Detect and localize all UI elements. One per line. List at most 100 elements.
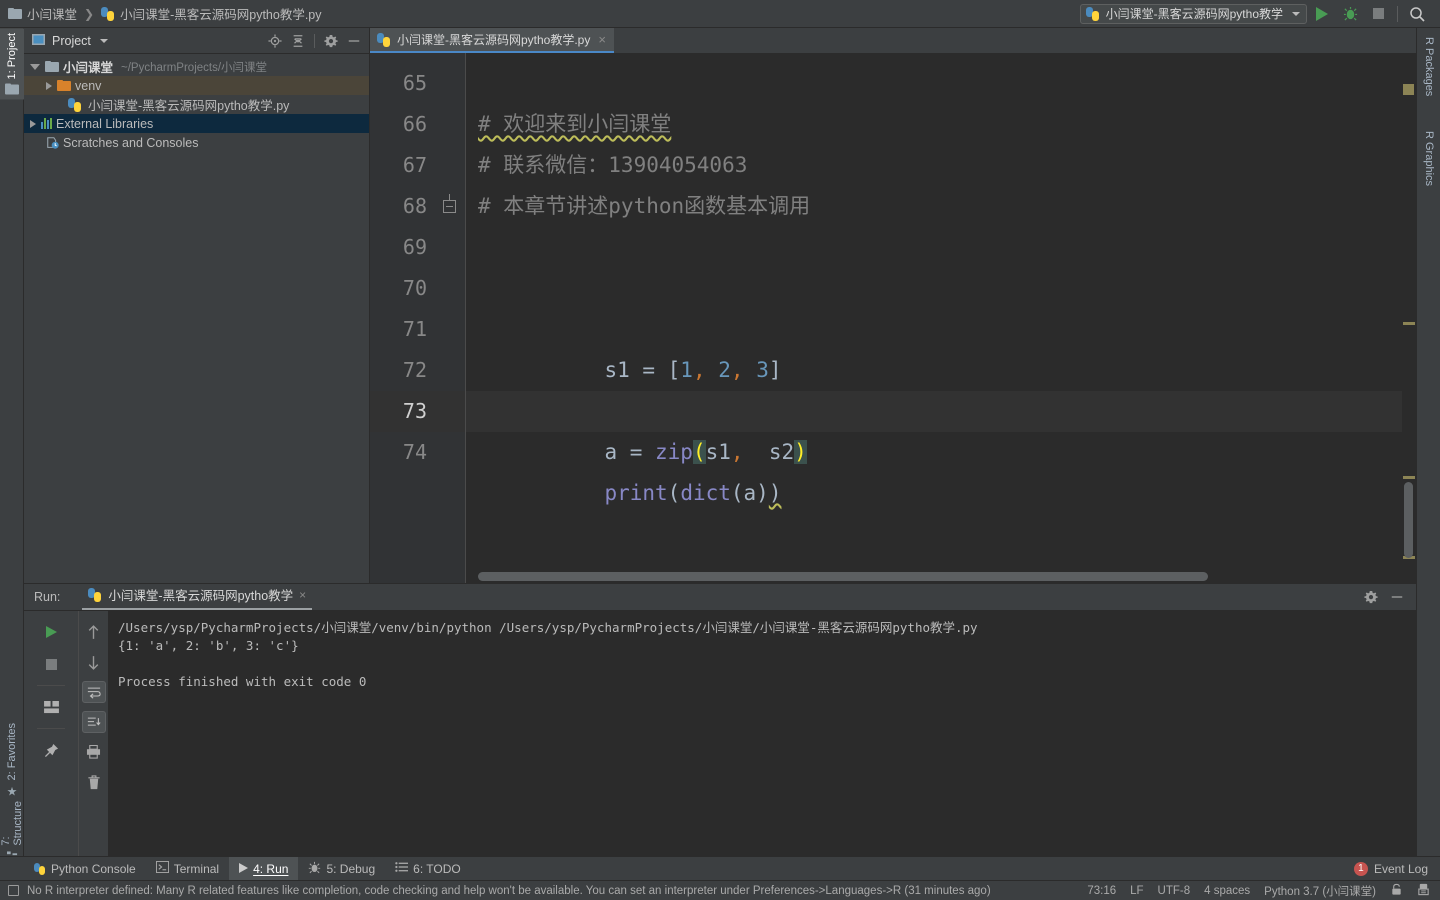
event-log-badge: 1	[1354, 862, 1368, 876]
gear-icon[interactable]	[1364, 590, 1378, 604]
sidebar-item-r-packages[interactable]: R Packages	[1417, 32, 1440, 101]
project-panel-header: Project	[24, 28, 369, 54]
search-icon	[1409, 6, 1425, 22]
tree-row-scratches[interactable]: Scratches and Consoles	[24, 133, 369, 152]
bottom-tab-todo[interactable]: 6: TODO	[385, 857, 471, 881]
soft-wrap-button[interactable]	[82, 681, 106, 703]
debug-icon	[1343, 6, 1358, 21]
lock-icon[interactable]	[1390, 883, 1403, 899]
inspection-icon[interactable]	[1417, 883, 1430, 899]
chevron-right-icon[interactable]	[30, 120, 36, 128]
python-interpreter[interactable]: Python 3.7 (小闫课堂)	[1264, 883, 1376, 899]
run-configuration-selector[interactable]: 小闫课堂-黑客云源码网pytho教学	[1080, 4, 1307, 24]
bottom-tab-run[interactable]: 4: Run	[229, 857, 298, 881]
tree-row-python-file[interactable]: 小闫课堂-黑客云源码网pytho教学.py	[24, 95, 369, 114]
sidebar-item-r-graphics[interactable]: R Graphics	[1417, 126, 1440, 191]
minimize-icon[interactable]	[347, 34, 361, 48]
code-token: )	[769, 481, 782, 505]
code-line[interactable]: s2 = ['a', 'b', 'c']	[466, 350, 1416, 391]
line-number: 72	[370, 350, 465, 391]
warning-stripe[interactable]	[1403, 322, 1415, 325]
line-number: 67	[370, 145, 465, 186]
collapse-all-icon[interactable]	[291, 34, 305, 48]
code-line[interactable]	[466, 227, 1416, 268]
indent-setting[interactable]: 4 spaces	[1204, 885, 1250, 897]
warning-stripe[interactable]	[1403, 476, 1415, 479]
editor-horizontal-scrollbar[interactable]	[466, 569, 1402, 583]
print-button[interactable]	[82, 741, 106, 763]
clear-all-button[interactable]	[82, 771, 106, 793]
close-icon[interactable]: ×	[299, 588, 306, 602]
code-line-current[interactable]: a = zip(s1, s2)	[466, 391, 1416, 432]
bottom-tab-debug[interactable]: 5: Debug	[298, 857, 385, 881]
rerun-button[interactable]	[39, 621, 63, 643]
code-area: 65 66 67 68 69 70 71 72 73 74 # 欢迎来到小闫课堂…	[370, 53, 1416, 583]
tree-row-venv[interactable]: venv	[24, 76, 369, 95]
chevron-right-icon[interactable]	[46, 82, 52, 90]
search-button[interactable]	[1404, 3, 1430, 25]
layout-button[interactable]	[39, 696, 63, 718]
status-message: No R interpreter defined: Many R related…	[19, 885, 991, 897]
code-line[interactable]	[466, 268, 1416, 309]
folder-icon	[8, 8, 22, 19]
file-encoding[interactable]: UTF-8	[1158, 885, 1191, 897]
project-folder-icon	[5, 83, 19, 94]
python-file-icon	[377, 33, 391, 47]
project-panel-actions	[268, 34, 363, 48]
debug-button[interactable]	[1337, 3, 1363, 25]
pin-button[interactable]	[39, 739, 63, 761]
minimize-icon[interactable]	[1390, 590, 1404, 604]
chevron-down-icon[interactable]	[30, 64, 40, 70]
line-separator[interactable]: LF	[1130, 885, 1143, 897]
toolbar-divider	[1397, 6, 1398, 22]
code-line[interactable]: s1 = [1, 2, 3]	[466, 309, 1416, 350]
toolbar-right-group: 小闫课堂-黑客云源码网pytho教学	[1080, 3, 1440, 25]
caret-position[interactable]: 73:16	[1087, 885, 1116, 897]
run-panel-actions	[1364, 590, 1416, 604]
locate-icon[interactable]	[268, 34, 282, 48]
up-arrow-button[interactable]	[82, 621, 106, 643]
code-line[interactable]: # 本章节讲述python函数基本调用	[466, 186, 1416, 227]
run-panel-tab[interactable]: 小闫课堂-黑客云源码网pytho教学 ×	[82, 585, 312, 610]
breadcrumb-separator: ❯	[82, 7, 96, 21]
breadcrumb-item-file[interactable]: 小闫课堂-黑客云源码网pytho教学.py	[101, 4, 321, 23]
project-tool-window: Project	[24, 28, 370, 583]
editor-vertical-scrollbar[interactable]	[1402, 78, 1416, 586]
bottom-tab-python-console[interactable]: Python Console	[24, 857, 146, 881]
code-token: (a)	[731, 481, 769, 505]
code-fold-icon[interactable]	[439, 186, 459, 227]
code-line[interactable]: # 欢迎来到小闫课堂	[466, 104, 1416, 145]
code-text[interactable]: # 欢迎来到小闫课堂 # 联系微信：13904054063 # 本章节讲述pyt…	[466, 53, 1416, 583]
sidebar-item-project[interactable]: 1: Project	[0, 28, 24, 99]
event-log-label[interactable]: Event Log	[1374, 862, 1428, 876]
code-line[interactable]: print(dict(a))	[466, 432, 1416, 473]
inspection-widget-icon[interactable]	[8, 885, 19, 896]
run-button[interactable]	[1309, 3, 1335, 25]
editor-tab[interactable]: 小闫课堂-黑客云源码网pytho教学.py ×	[370, 28, 614, 53]
sidebar-item-favorites[interactable]: ★ 2: Favorites	[0, 718, 24, 803]
scrollbar-thumb[interactable]	[1404, 482, 1413, 558]
warning-marker[interactable]	[1403, 84, 1414, 95]
folder-icon-orange	[57, 80, 71, 91]
chevron-down-icon[interactable]	[100, 39, 108, 43]
stop-button[interactable]	[1365, 3, 1391, 25]
down-arrow-button[interactable]	[82, 651, 106, 673]
console-output[interactable]: /Users/ysp/PycharmProjects/小闫课堂/venv/bin…	[108, 611, 1416, 856]
tree-row-project-root[interactable]: 小闫课堂 ~/PycharmProjects/小闫课堂	[24, 57, 369, 76]
line-number: 74	[370, 432, 465, 473]
line-number: 66	[370, 104, 465, 145]
scrollbar-thumb-horizontal[interactable]	[478, 572, 1208, 581]
code-line[interactable]	[466, 63, 1416, 104]
code-line[interactable]: # 联系微信：13904054063	[466, 145, 1416, 186]
stop-button[interactable]	[39, 653, 63, 675]
gear-icon[interactable]	[324, 34, 338, 48]
sidebar-item-project-label: 1: Project	[6, 33, 18, 79]
close-icon[interactable]: ×	[598, 32, 606, 47]
breadcrumb-item-project[interactable]: 小闫课堂	[8, 4, 77, 23]
event-log-area[interactable]: 1 Event Log	[1354, 862, 1440, 876]
run-panel-toolbar-secondary	[78, 611, 108, 856]
scroll-to-end-button[interactable]	[82, 711, 106, 733]
tree-row-external-libraries[interactable]: External Libraries	[24, 114, 369, 133]
bottom-tab-terminal[interactable]: Terminal	[146, 857, 229, 881]
code-token: print	[604, 481, 667, 505]
